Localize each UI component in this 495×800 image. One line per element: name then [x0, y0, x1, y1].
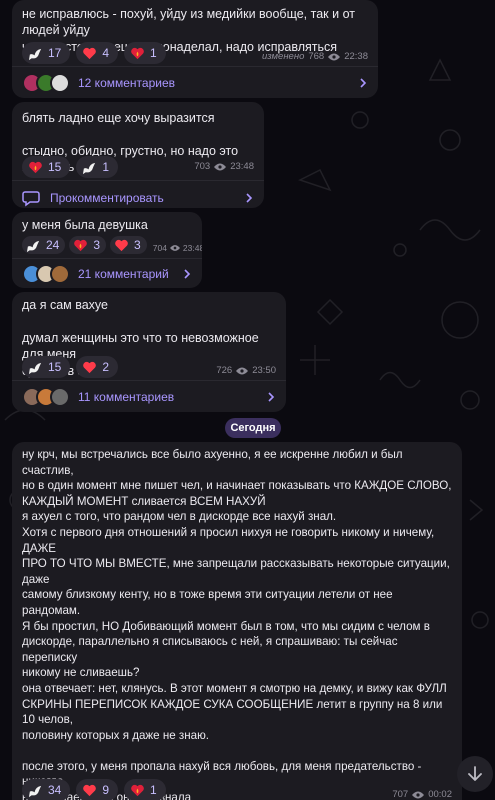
heart-icon	[83, 784, 97, 796]
post-time: 23:48	[230, 161, 254, 172]
comments-label: 12 комментариев	[78, 75, 176, 90]
reaction-count: 3	[134, 238, 141, 252]
reaction-count: 9	[102, 783, 110, 797]
post-info: 707 00:02	[392, 789, 452, 800]
reactions-row: 34 9 1 707 00:02	[12, 778, 462, 800]
view-count: 707	[392, 789, 409, 800]
post-text: не исправлюсь - похуй, уйду из медийки в…	[22, 7, 355, 54]
commenter-avatars	[22, 386, 70, 407]
reaction-count: 24	[46, 238, 60, 252]
reaction-count: 17	[48, 46, 62, 60]
channel-post: не исправлюсь - похуй, уйду из медийки в…	[12, 0, 378, 98]
view-count: 703	[194, 161, 211, 172]
reaction-dove[interactable]: 17	[22, 42, 71, 64]
reaction-count: 1	[150, 46, 157, 60]
eye-icon	[328, 53, 341, 60]
comment-icon	[22, 190, 40, 206]
comments-button[interactable]: 11 комментариев	[12, 380, 286, 412]
post-text: ну крч, мы встречались все было ахуенно,…	[22, 448, 452, 800]
reaction-count: 3	[93, 238, 101, 252]
reactions-row: 17 4 1 изменено 768 22:38	[12, 40, 378, 66]
reaction-dove[interactable]: 34	[22, 779, 71, 800]
heart-fire-icon	[131, 784, 144, 796]
heart-icon	[115, 239, 128, 251]
scroll-to-bottom-button[interactable]	[457, 756, 493, 792]
post-info: 703 23:48	[194, 161, 254, 172]
dove-icon	[28, 785, 42, 797]
avatar	[50, 263, 70, 284]
eye-icon	[412, 791, 425, 798]
avatar	[50, 72, 70, 93]
chevron-right-icon	[246, 192, 253, 203]
heart-icon	[83, 47, 97, 59]
view-count: 726	[216, 365, 233, 376]
dove-icon	[83, 162, 96, 174]
date-divider: Сегодня	[225, 418, 281, 438]
post-info: изменено 768 22:38	[262, 51, 368, 62]
chevron-right-icon	[268, 391, 275, 402]
reaction-heart[interactable]: 4	[76, 42, 119, 64]
comments-button[interactable]: 21 комментарий	[12, 258, 202, 288]
reaction-count: 34	[48, 783, 62, 797]
eye-icon	[214, 163, 227, 170]
chevron-right-icon	[184, 268, 191, 279]
eye-icon	[169, 245, 180, 251]
reaction-dove[interactable]: 1	[76, 156, 119, 178]
post-time: 23:50	[252, 365, 276, 376]
reaction-count: 4	[102, 46, 110, 60]
post-time: 23:48	[182, 243, 202, 253]
reaction-count: 15	[48, 160, 62, 174]
heart-fire-icon	[131, 47, 144, 59]
dove-icon	[28, 48, 42, 60]
post-info: 704 23:48	[153, 243, 202, 253]
channel-post: у меня была девушка 24 3 3 704 23:48 21 …	[12, 212, 202, 288]
post-text: у меня была девушка	[22, 218, 148, 232]
reaction-heart-fire[interactable]: 1	[124, 42, 166, 64]
view-count: 768	[308, 51, 325, 62]
heart-fire-icon	[29, 161, 42, 173]
post-time: 22:38	[344, 51, 368, 62]
comments-label: 21 комментарий	[78, 266, 169, 281]
reaction-dove[interactable]: 24	[22, 236, 66, 254]
chevron-right-icon	[360, 77, 367, 88]
reaction-count: 15	[48, 360, 62, 374]
reaction-heart-fire[interactable]: 3	[69, 236, 107, 254]
reaction-dove[interactable]: 15	[22, 356, 71, 378]
reaction-count: 1	[150, 783, 157, 797]
reaction-heart[interactable]: 2	[76, 356, 119, 378]
commenter-avatars	[22, 72, 70, 93]
reaction-heart-fire[interactable]: 15	[22, 156, 71, 178]
comments-button[interactable]: 12 комментариев	[12, 66, 378, 98]
post-info: 726 23:50	[216, 365, 276, 376]
arrow-down-icon	[468, 766, 482, 781]
post-text: да я сам вахуе думал женщины это что то …	[22, 298, 259, 378]
comments-label: Прокомментировать	[50, 190, 164, 205]
post-time: 00:02	[428, 789, 452, 800]
channel-feed: не исправлюсь - похуй, уйду из медийки в…	[0, 0, 495, 800]
reactions-row: 15 2 726 23:50	[12, 354, 286, 380]
reaction-heart[interactable]: 3	[110, 236, 147, 254]
reaction-heart[interactable]: 9	[76, 779, 119, 800]
post-text: блять ладно еще хочу выразится стыдно, о…	[22, 111, 239, 174]
dove-icon	[28, 362, 42, 374]
commenter-avatars	[22, 263, 70, 284]
comment-button[interactable]: Прокомментировать	[12, 180, 264, 208]
reaction-count: 2	[102, 360, 110, 374]
eye-icon	[236, 367, 249, 374]
reaction-count: 1	[102, 160, 110, 174]
channel-post: ну крч, мы встречались все было ахуенно,…	[12, 442, 462, 800]
heart-fire-icon	[74, 239, 88, 251]
channel-post: да я сам вахуе думал женщины это что то …	[12, 292, 286, 412]
reactions-row: 24 3 3 704 23:48	[12, 234, 202, 256]
view-count: 704	[152, 243, 167, 253]
comments-label: 11 комментариев	[78, 389, 175, 404]
channel-post: блять ладно еще хочу выразится стыдно, о…	[12, 102, 264, 208]
dove-icon	[26, 240, 40, 252]
reaction-heart-fire[interactable]: 1	[124, 779, 166, 800]
avatar	[50, 386, 70, 407]
heart-icon	[83, 361, 97, 373]
edited-label: изменено	[261, 51, 305, 62]
